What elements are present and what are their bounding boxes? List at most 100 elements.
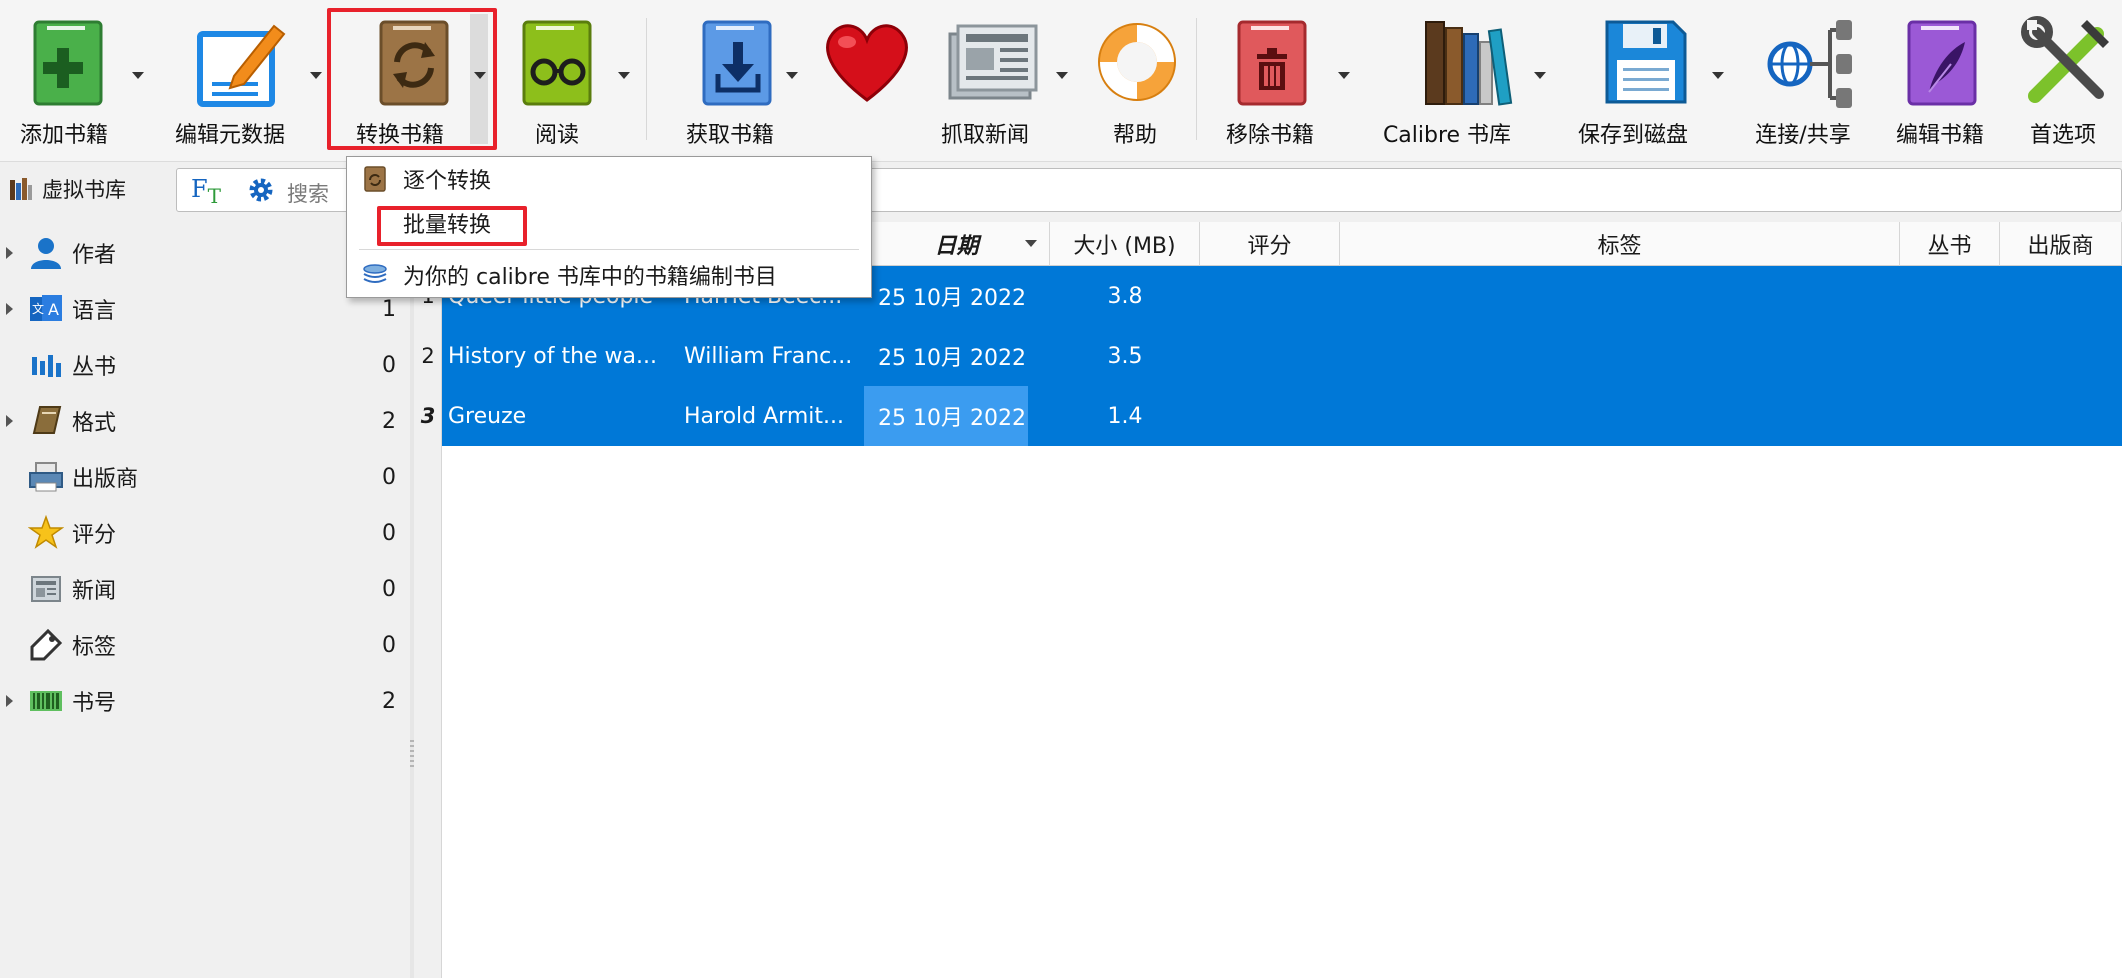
calibre-window: 添加书籍 编辑元数据 转换书籍 阅读 获取书籍 抓取新闻 帮助 移除书籍 Cal… (0, 0, 2122, 978)
tag-browser-item-rating[interactable]: 评分 0 (0, 508, 408, 558)
expand-arrow-icon[interactable] (6, 415, 13, 427)
network-icon (1760, 12, 1860, 112)
tag-browser-item-identifiers[interactable]: 书号 2 (0, 676, 408, 726)
convert-books-button[interactable]: 转换书籍 (330, 4, 470, 154)
tag-count: 2 (382, 688, 396, 714)
edit-book-icon (1895, 12, 1995, 112)
table-row[interactable]: Greuze Harold Armit... 25 10月 2022 1.4 (442, 386, 2122, 446)
convert-dropdown-arrow[interactable] (474, 72, 486, 79)
preferences-button[interactable]: 首选项 (2004, 4, 2122, 154)
column-header-publisher[interactable]: 出版商 (2000, 222, 2122, 266)
menu-item-label: 批量转换 (403, 213, 492, 238)
tag-name: 新闻 (72, 579, 117, 604)
table-row[interactable]: History of the wa... William Franc... 25… (442, 326, 2122, 386)
expand-arrow-icon[interactable] (6, 695, 13, 707)
tag-browser-item-publishers[interactable]: 出版商 0 (0, 452, 408, 502)
help-button[interactable]: 帮助 (1080, 4, 1190, 154)
tag-browser-item-news[interactable]: 新闻 0 (0, 564, 408, 614)
tag-browser-item-tags[interactable]: 标签 0 (0, 620, 408, 670)
toolbar-separator (1196, 18, 1197, 140)
tag-name: 丛书 (72, 355, 117, 380)
tag-count: 0 (382, 464, 396, 490)
book-date-cell[interactable]: 25 10月 2022 (872, 326, 1040, 386)
remove-books-dropdown-arrow[interactable] (1338, 72, 1350, 79)
trash-book-icon (1225, 12, 1325, 112)
menu-item-bulk-convert[interactable]: 批量转换 (347, 201, 871, 245)
column-header-size[interactable]: 大小 (MB) (1050, 222, 1200, 266)
edit-metadata-dropdown-arrow[interactable] (310, 72, 322, 79)
book-size-cell[interactable]: 3.8 (1050, 266, 1200, 326)
virtual-library-button[interactable]: 虚拟书库 (8, 174, 126, 204)
remove-books-label: 移除书籍 (1225, 123, 1314, 148)
connect-share-label: 连接/共享 (1755, 123, 1851, 148)
edit-metadata-label: 编辑元数据 (174, 123, 285, 148)
book-size-cell[interactable]: 1.4 (1050, 386, 1200, 446)
publisher-icon (29, 462, 63, 492)
calibre-library-button[interactable]: Calibre 书库 (1362, 4, 1532, 154)
row-number[interactable]: 2 (414, 326, 442, 386)
row-number[interactable]: 3 (414, 386, 442, 446)
add-books-button[interactable]: 添加书籍 (0, 4, 128, 154)
view-dropdown-arrow[interactable] (618, 72, 630, 79)
add-books-dropdown-arrow[interactable] (132, 72, 144, 79)
search-bar-row: 虚拟书库 FT 搜索 (0, 162, 2122, 220)
book-title-cell[interactable]: Greuze (448, 386, 670, 446)
tag-count: 1 (382, 296, 396, 322)
row-number-column: 1 2 3 (414, 266, 442, 978)
book-size-cell[interactable]: 3.5 (1050, 326, 1200, 386)
get-books-dropdown-arrow[interactable] (786, 72, 798, 79)
read-book-icon (510, 12, 610, 112)
column-header-date[interactable]: 日期 (864, 222, 1050, 266)
news-icon (31, 576, 61, 602)
barcode-icon (30, 691, 62, 711)
connect-share-button[interactable]: 连接/共享 (1738, 4, 1868, 154)
gear-icon[interactable] (247, 176, 275, 204)
person-icon (31, 238, 61, 269)
tag-count: 0 (382, 352, 396, 378)
menu-item-convert-individually[interactable]: 逐个转换 (347, 157, 871, 201)
get-books-button[interactable]: 获取书籍 (660, 4, 800, 154)
convert-book-icon (367, 12, 467, 112)
library-dropdown-arrow[interactable] (1534, 72, 1546, 79)
fetch-news-button[interactable]: 抓取新闻 (920, 4, 1050, 154)
save-to-disk-button[interactable]: 保存到磁盘 (1558, 4, 1708, 154)
column-header-series[interactable]: 丛书 (1900, 222, 2000, 266)
remove-books-button[interactable]: 移除书籍 (1210, 4, 1330, 154)
add-book-icon (21, 12, 121, 112)
book-author-cell[interactable]: Harold Armit... (684, 386, 858, 446)
menu-item-label: 逐个转换 (403, 169, 492, 194)
book-author-cell[interactable]: William Franc... (684, 326, 858, 386)
preferences-label: 首选项 (2029, 123, 2096, 148)
fetch-news-label: 抓取新闻 (940, 123, 1029, 148)
tag-count: 2 (382, 408, 396, 434)
column-header-date-label: 日期 (934, 234, 979, 259)
calibre-library-label: Calibre 书库 (1382, 123, 1512, 148)
column-header-rating[interactable]: 评分 (1200, 222, 1340, 266)
tag-browser-item-formats[interactable]: 格式 2 (0, 396, 408, 446)
convert-dropdown-menu: 逐个转换 批量转换 为你的 calibre 书库中的书籍编制书目 (346, 156, 872, 298)
column-header-tags[interactable]: 标签 (1340, 222, 1900, 266)
book-date-cell-current[interactable]: 25 10月 2022 (864, 386, 1028, 446)
fetch-news-dropdown-arrow[interactable] (1056, 72, 1068, 79)
tools-icon (2017, 12, 2117, 112)
virtual-library-icon (10, 178, 32, 200)
tag-icon (30, 628, 63, 661)
tag-browser-item-series[interactable]: 丛书 0 (0, 340, 408, 390)
edit-metadata-icon (190, 12, 290, 112)
search-input[interactable]: 搜索 (287, 178, 329, 208)
expand-arrow-icon[interactable] (6, 247, 13, 259)
expand-arrow-icon[interactable] (6, 303, 13, 315)
book-title-cell[interactable]: History of the wa... (448, 326, 670, 386)
menu-item-create-catalog[interactable]: 为你的 calibre 书库中的书籍编制书目 (347, 253, 871, 297)
donate-button[interactable] (810, 4, 920, 154)
edit-metadata-button[interactable]: 编辑元数据 (160, 4, 300, 154)
find-text-icon[interactable]: FT (191, 175, 221, 208)
tag-name: 出版商 (72, 467, 139, 492)
view-book-button[interactable]: 阅读 (502, 4, 612, 154)
add-books-label: 添加书籍 (19, 123, 108, 148)
convert-dropdown-area[interactable] (470, 14, 488, 144)
edit-book-button[interactable]: 编辑书籍 (1880, 4, 2000, 154)
tag-count: 0 (382, 632, 396, 658)
save-dropdown-arrow[interactable] (1712, 72, 1724, 79)
book-date-cell[interactable]: 25 10月 2022 (872, 266, 1040, 326)
